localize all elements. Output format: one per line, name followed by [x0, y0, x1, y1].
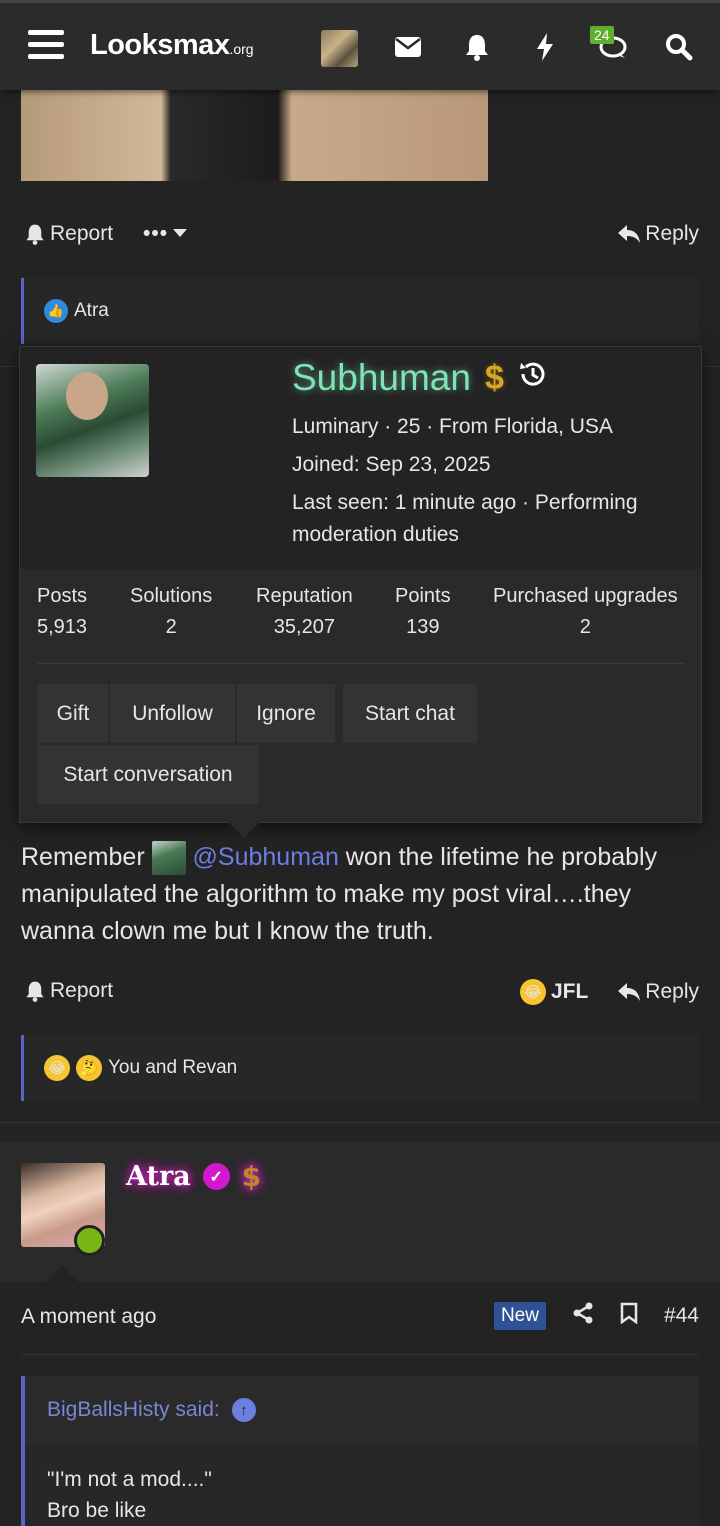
bell-icon	[26, 224, 44, 245]
reply-label: Reply	[645, 222, 699, 245]
stat-label: Solutions	[130, 585, 213, 607]
reply-icon	[618, 225, 641, 243]
stat-value: 5,913	[37, 616, 88, 638]
reaction-users: You and Revan	[108, 1057, 238, 1078]
tooltip-caret	[228, 822, 260, 838]
post-pointer	[46, 1266, 78, 1282]
online-indicator	[74, 1225, 105, 1256]
member-joined: Joined: Sep 23, 2025	[292, 453, 491, 476]
bookmark-icon[interactable]	[620, 1302, 638, 1330]
share-icon[interactable]	[572, 1302, 594, 1330]
quote-block: BigBallsHisty said: ↑ "I'm not a mod....…	[21, 1376, 699, 1526]
dollar-icon: $	[241, 1160, 262, 1193]
arrow-up-icon[interactable]: ↑	[231, 1398, 256, 1422]
search-icon[interactable]	[661, 29, 697, 65]
bell-icon[interactable]	[459, 29, 495, 65]
post-text: Remember	[21, 843, 152, 871]
stat-value: 139	[406, 616, 440, 638]
reply-button[interactable]: Reply	[618, 222, 699, 246]
stat-label: Points	[395, 585, 451, 607]
bell-icon	[26, 981, 44, 1002]
history-icon[interactable]	[518, 359, 548, 397]
gift-button[interactable]: Gift	[37, 683, 109, 744]
report-label: Report	[50, 979, 114, 1002]
conversations-badge: 24	[590, 26, 614, 44]
menu-icon[interactable]	[28, 30, 64, 62]
report-button[interactable]: Report	[25, 222, 113, 246]
logo-suffix: .org	[229, 41, 254, 57]
stat-label: Purchased upgrades	[493, 585, 678, 607]
post-number-link[interactable]: #44	[664, 1304, 699, 1328]
envelope-icon[interactable]	[390, 29, 426, 65]
react-jfl-button[interactable]: 😂 JFL	[519, 979, 589, 1005]
author-name-row: Atra ✓ $	[126, 1160, 261, 1193]
author-name[interactable]: Atra	[126, 1161, 191, 1192]
user-mention-link[interactable]: @Subhuman	[193, 843, 339, 871]
ignore-button[interactable]: Ignore	[236, 683, 336, 744]
chevron-down-icon	[173, 229, 188, 237]
reply-label: Reply	[645, 980, 699, 1003]
post-actions: Report 😂 JFL Reply	[21, 971, 699, 1011]
stat-label: Posts	[37, 585, 88, 607]
site-logo[interactable]: Looksmax.org	[90, 29, 254, 62]
dollar-icon: $	[484, 358, 504, 397]
quote-author: BigBallsHisty said:	[47, 1398, 220, 1421]
post-timestamp[interactable]: A moment ago	[21, 1305, 156, 1329]
verified-icon: ✓	[202, 1163, 230, 1190]
crying-laughing-emoji-icon: 😂	[519, 979, 546, 1005]
top-bar: Looksmax.org 24	[0, 0, 720, 90]
unfollow-button[interactable]: Unfollow	[109, 683, 236, 744]
report-label: Report	[50, 222, 114, 245]
member-name[interactable]: Subhuman	[292, 357, 471, 399]
member-info: Luminary · 25 · From Florida, USA	[292, 415, 613, 438]
divider	[37, 663, 685, 664]
report-button[interactable]: Report	[25, 979, 113, 1003]
stat-points[interactable]: Points 139	[395, 585, 451, 639]
stat-label: Reputation	[256, 585, 353, 607]
divider	[21, 1354, 699, 1355]
quote-body: "I'm not a mod...." Bro be like	[25, 1444, 699, 1526]
reaction-label: JFL	[550, 980, 589, 1003]
start-chat-button[interactable]: Start chat	[342, 683, 478, 744]
like-icon: 👍	[44, 299, 68, 323]
divider	[0, 1122, 720, 1123]
post-actions: Report ••• Reply	[21, 214, 699, 254]
stat-reputation[interactable]: Reputation 35,207	[256, 585, 353, 639]
reactions-bar[interactable]: 😂 🤔 You and Revan	[21, 1035, 699, 1101]
stat-value: 2	[165, 616, 177, 638]
quote-line: "I'm not a mod...."	[47, 1468, 212, 1491]
ellipsis-icon: •••	[143, 222, 169, 245]
member-last-seen: Last seen: 1 minute ago · Performing mod…	[292, 491, 638, 546]
reactions-bar[interactable]: 👍 Atra	[21, 278, 699, 344]
stat-value: 35,207	[273, 616, 335, 638]
stat-posts[interactable]: Posts 5,913	[37, 585, 87, 639]
quote-line: Bro be like	[47, 1499, 147, 1522]
post-header	[0, 1142, 720, 1282]
bolt-icon[interactable]	[527, 29, 563, 65]
reply-button[interactable]: Reply	[618, 980, 699, 1004]
stat-value: 2	[579, 616, 591, 638]
post-image[interactable]	[21, 90, 488, 181]
logo-text: Looksmax	[90, 29, 230, 61]
reply-icon	[618, 983, 641, 1001]
member-avatar[interactable]	[36, 364, 149, 477]
stat-solutions[interactable]: Solutions 2	[130, 585, 212, 639]
more-options-button[interactable]: •••	[143, 222, 188, 246]
quote-header[interactable]: BigBallsHisty said: ↑	[25, 1376, 699, 1444]
member-tooltip: Subhuman $ Luminary · 25 · From Florida,…	[19, 346, 702, 823]
start-conversation-button[interactable]: Start conversation	[37, 744, 259, 805]
reaction-users: Atra	[74, 300, 109, 321]
stat-purchased-upgrades[interactable]: Purchased upgrades 2	[493, 585, 678, 639]
post-meta: A moment ago New #44	[21, 1300, 699, 1334]
member-name-row: Subhuman $	[292, 357, 548, 399]
new-badge: New	[493, 1302, 546, 1330]
mention-avatar[interactable]	[151, 841, 186, 876]
crying-laughing-emoji-icon: 😂	[44, 1055, 70, 1081]
thinking-emoji-icon: 🤔	[76, 1055, 102, 1081]
user-avatar[interactable]	[321, 30, 358, 67]
post-body: Remember @Subhuman won the lifetime he p…	[21, 839, 701, 950]
